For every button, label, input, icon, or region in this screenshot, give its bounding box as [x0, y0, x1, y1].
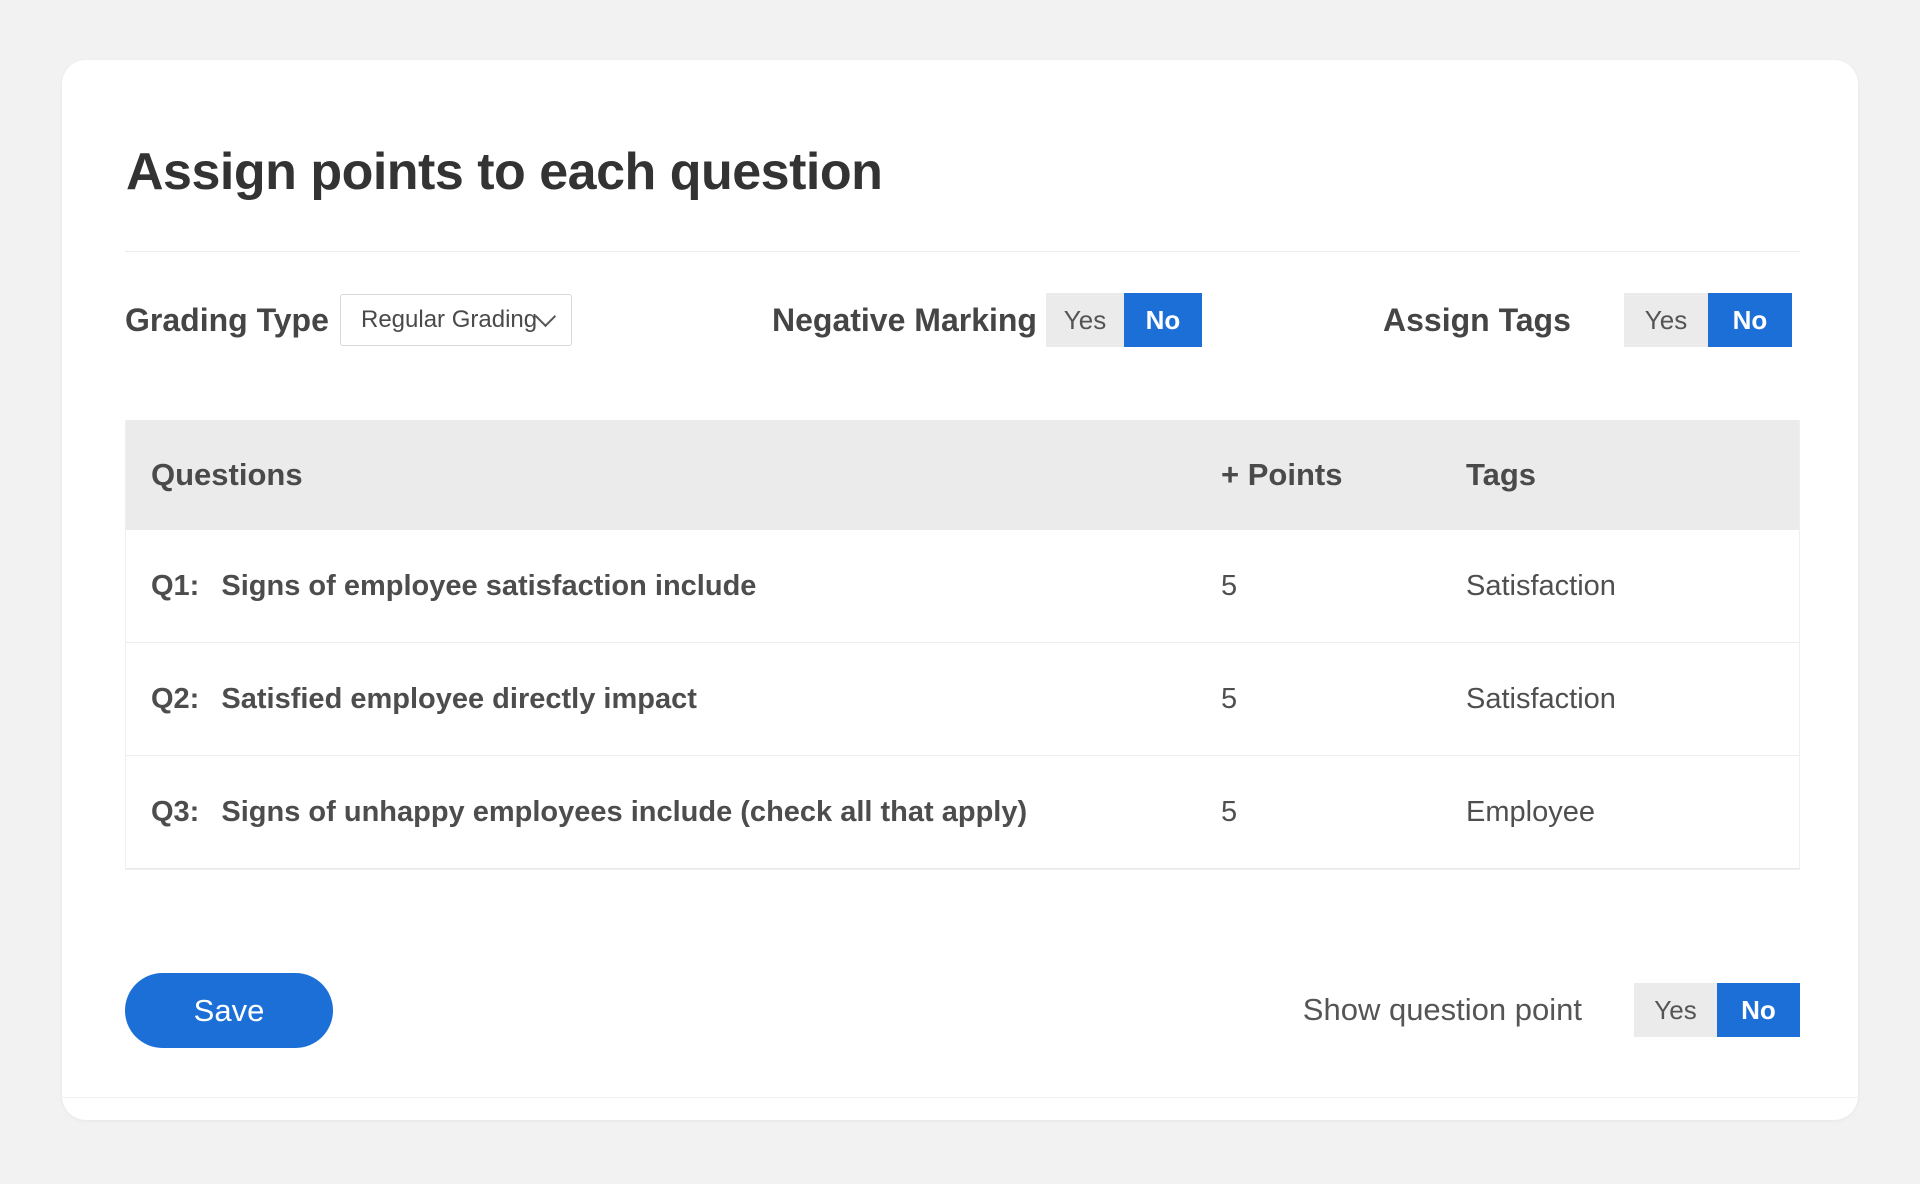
question-text: Signs of unhappy employees include (chec… [221, 796, 1027, 828]
question-cell: Q1: Signs of employee satisfaction inclu… [126, 570, 1221, 603]
question-number: Q1: [151, 570, 199, 602]
assign-points-card: Assign points to each question Grading T… [62, 60, 1858, 1120]
question-cell: Q3: Signs of unhappy employees include (… [126, 796, 1221, 829]
questions-table: Questions + Points Tags Q1: Signs of emp… [125, 420, 1800, 870]
table-row: Q2: Satisfied employee directly impact 5… [126, 643, 1799, 756]
tag-value: Employee [1466, 796, 1799, 829]
negative-marking-no-button[interactable]: No [1124, 293, 1202, 347]
negative-marking-toggle: Yes No [1046, 293, 1202, 347]
show-question-point-no-button[interactable]: No [1717, 983, 1800, 1037]
question-text: Satisfied employee directly impact [221, 683, 696, 715]
show-question-point-yes-button[interactable]: Yes [1634, 983, 1717, 1037]
questions-column-header: Questions [126, 457, 1221, 493]
assign-tags-no-button[interactable]: No [1708, 293, 1792, 347]
save-button[interactable]: Save [125, 973, 333, 1048]
assign-tags-label: Assign Tags [1383, 293, 1571, 347]
points-value: 5 [1221, 796, 1466, 829]
grading-type-dropdown[interactable]: Regular Grading [340, 294, 572, 346]
show-question-point-label: Show question point [1303, 983, 1582, 1037]
chevron-down-icon [535, 306, 556, 327]
question-cell: Q2: Satisfied employee directly impact [126, 683, 1221, 716]
tag-value: Satisfaction [1466, 683, 1799, 716]
card-footer-divider [62, 1097, 1858, 1098]
page-title: Assign points to each question [126, 142, 882, 202]
tag-value: Satisfaction [1466, 570, 1799, 603]
table-row: Q3: Signs of unhappy employees include (… [126, 756, 1799, 869]
table-header-row: Questions + Points Tags [126, 420, 1799, 530]
table-row: Q1: Signs of employee satisfaction inclu… [126, 530, 1799, 643]
title-divider [125, 251, 1800, 252]
points-value: 5 [1221, 683, 1466, 716]
grading-type-label: Grading Type [125, 293, 329, 347]
show-question-point-toggle: Yes No [1634, 983, 1800, 1037]
tags-column-header: Tags [1466, 457, 1799, 493]
negative-marking-label: Negative Marking [772, 293, 1037, 347]
question-text: Signs of employee satisfaction include [221, 570, 756, 602]
assign-tags-yes-button[interactable]: Yes [1624, 293, 1708, 347]
question-number: Q3: [151, 796, 199, 828]
points-column-header: + Points [1221, 457, 1466, 493]
assign-tags-toggle: Yes No [1624, 293, 1792, 347]
grading-type-selected-value: Regular Grading [361, 306, 538, 334]
points-value: 5 [1221, 570, 1466, 603]
question-number: Q2: [151, 683, 199, 715]
negative-marking-yes-button[interactable]: Yes [1046, 293, 1124, 347]
